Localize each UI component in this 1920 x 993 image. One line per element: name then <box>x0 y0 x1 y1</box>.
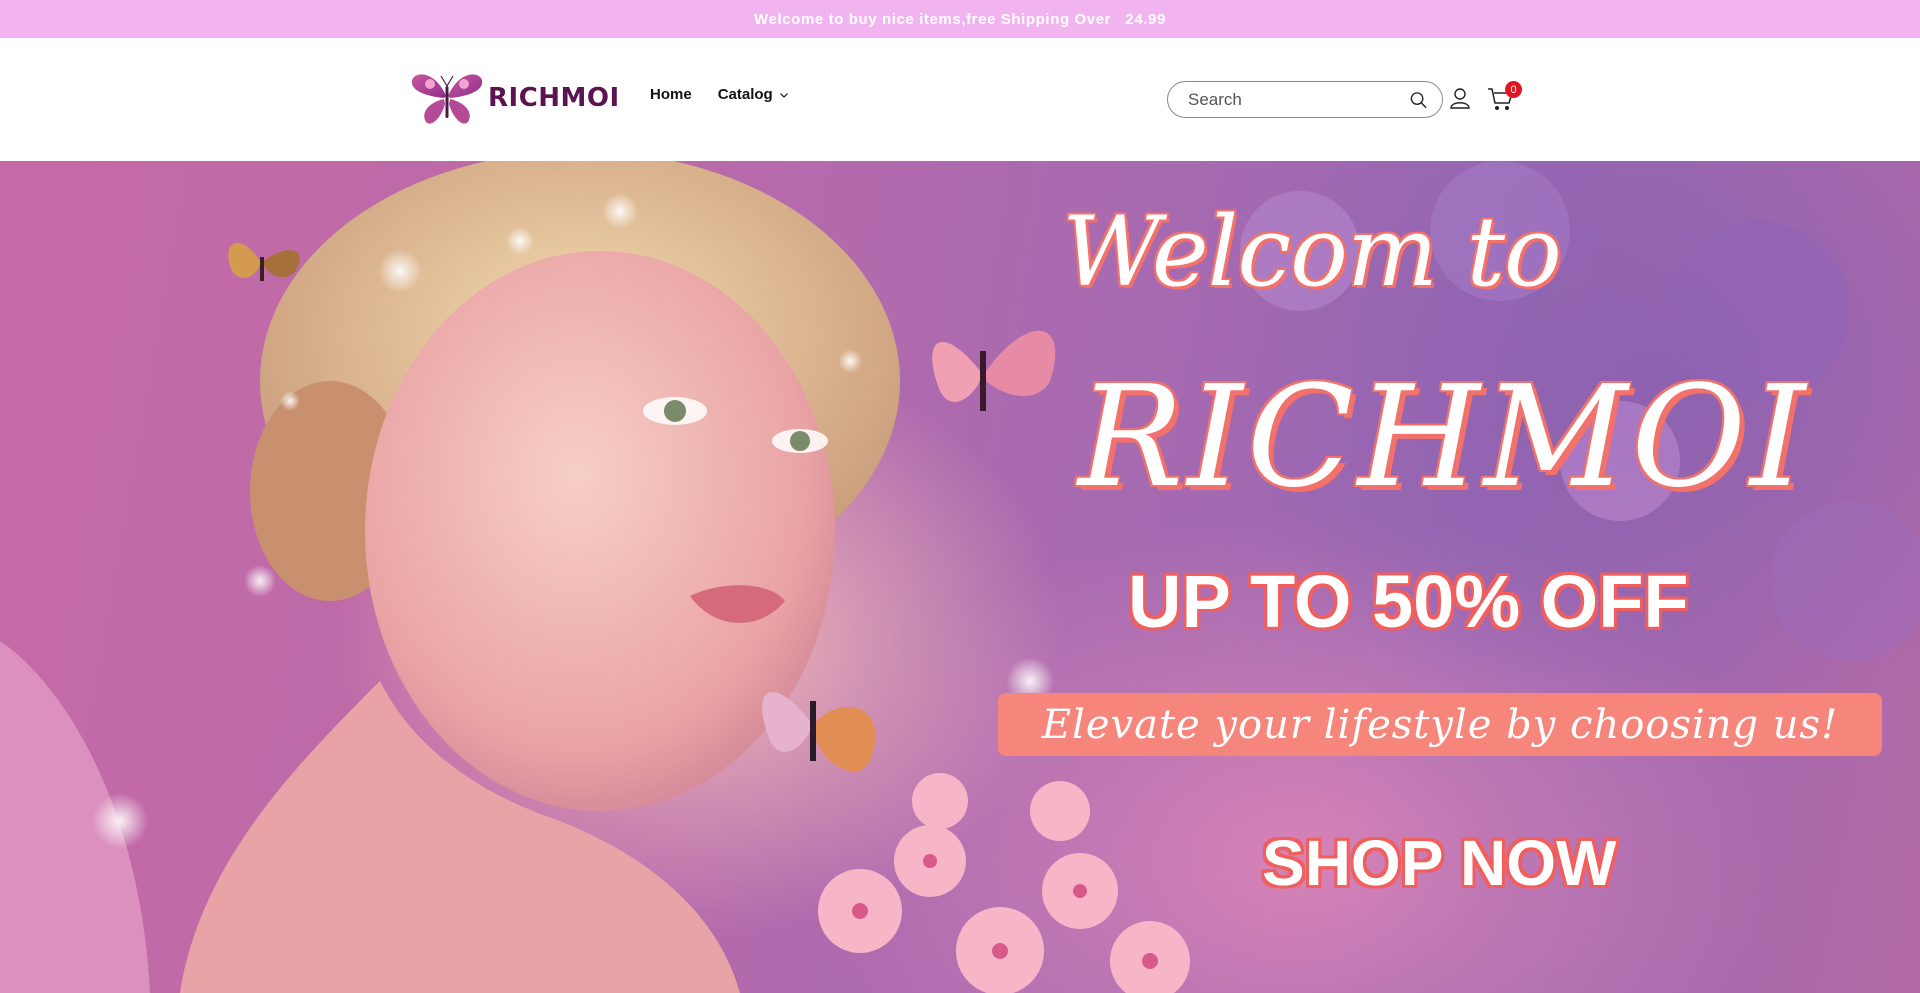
hero-welcome-text: Welcom to <box>1062 196 1562 308</box>
shop-now-button[interactable]: SHOP NOW <box>1262 826 1616 900</box>
nav-catalog-label: Catalog <box>717 86 773 103</box>
announcement-text: Welcome to buy nice items,free Shipping … <box>754 10 1166 28</box>
cart-count-badge: 0 <box>1505 81 1522 98</box>
search-icon[interactable] <box>1409 90 1428 110</box>
search-input[interactable] <box>1188 89 1409 110</box>
hero-banner[interactable]: Welcom to RICHMOI UP TO 50% OFF Elevate … <box>0 161 1920 993</box>
hero-tagline-banner: Elevate your lifestyle by choosing us! <box>998 693 1882 756</box>
hero-brand-text: RICHMOI <box>1078 356 1810 519</box>
butterfly-logo-icon <box>411 74 483 124</box>
hero-offer-text: UP TO 50% OFF <box>1128 560 1689 643</box>
account-icon[interactable] <box>1448 86 1472 110</box>
nav-home[interactable]: Home <box>650 86 692 103</box>
search-box[interactable] <box>1167 81 1443 118</box>
hero-tagline-text: Elevate your lifestyle by choosing us! <box>1041 701 1839 748</box>
announcement-bar: Welcome to buy nice items,free Shipping … <box>0 0 1920 38</box>
site-header: RICHMOI Home Catalog 0 <box>0 38 1920 161</box>
logo-text: RICHMOI <box>488 83 620 113</box>
nav-home-label: Home <box>650 86 692 103</box>
nav-catalog[interactable]: Catalog <box>718 86 789 103</box>
main-nav: Home Catalog <box>650 86 789 103</box>
chevron-down-icon <box>779 92 788 98</box>
store-logo[interactable]: RICHMOI <box>408 66 620 130</box>
